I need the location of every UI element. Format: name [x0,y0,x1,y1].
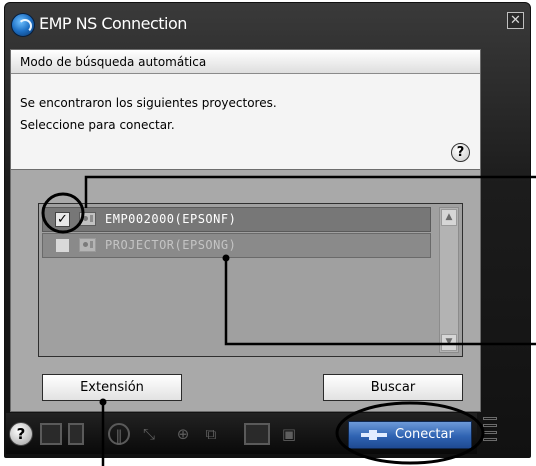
projector-list: ✓ EMP002000(EPSONF) PROJECTOR(EPSONG) ▲ … [38,203,463,357]
app-logo-icon [11,13,35,37]
connect-icon [361,430,387,440]
app-window: EMP NS Connection ✕ Modo de búsqueda aut… [4,2,531,458]
close-icon[interactable]: ✕ [507,12,524,29]
help-icon[interactable]: ? [451,143,470,162]
monitor-icon[interactable] [40,423,62,445]
help-icon[interactable]: ? [9,422,33,446]
title-bar[interactable]: EMP NS Connection ✕ [5,3,530,47]
window-title: EMP NS Connection [39,14,187,33]
search-button[interactable]: Buscar [323,374,463,401]
projector-icon [79,238,96,252]
disconnect-icon[interactable]: ⤡ [138,423,160,445]
projector-row[interactable]: PROJECTOR(EPSONG) [42,233,431,258]
bottom-toolbar: ? ‖ ⤡ ⊕ ⧉ ▣ Conectar [6,413,477,454]
camera-icon[interactable]: ▣ [278,423,300,445]
list-scrollbar[interactable]: ▲ ▼ [439,207,459,353]
projector-name: EMP002000(EPSONF) [105,212,237,226]
scroll-down-icon[interactable]: ▼ [441,334,457,351]
menu-icon[interactable] [478,413,502,449]
zoom-icon[interactable]: ⊕ [172,423,194,445]
projector-icon [79,212,96,226]
connect-label: Conectar [395,427,454,442]
connect-button[interactable]: Conectar [348,421,472,449]
projector-name: PROJECTOR(EPSONG) [105,238,237,252]
projector-checkbox[interactable]: ✓ [55,212,70,227]
info-text-select: Seleccione para conectar. [20,118,175,132]
info-text-found: Se encontraron los siguientes proyectore… [20,96,277,110]
pause-icon[interactable]: ‖ [108,423,130,445]
projector-checkbox[interactable] [55,238,70,253]
scroll-up-icon[interactable]: ▲ [441,209,457,226]
extension-button[interactable]: Extensión [42,374,182,401]
mode-label: Modo de búsqueda automática [11,50,480,74]
info-panel: Se encontraron los siguientes proyectore… [11,74,480,170]
projector-row[interactable]: ✓ EMP002000(EPSONF) [42,207,431,232]
video-icon[interactable] [244,423,270,445]
multi-screen-icon[interactable]: ⧉ [200,423,222,445]
document-icon[interactable] [68,423,84,445]
